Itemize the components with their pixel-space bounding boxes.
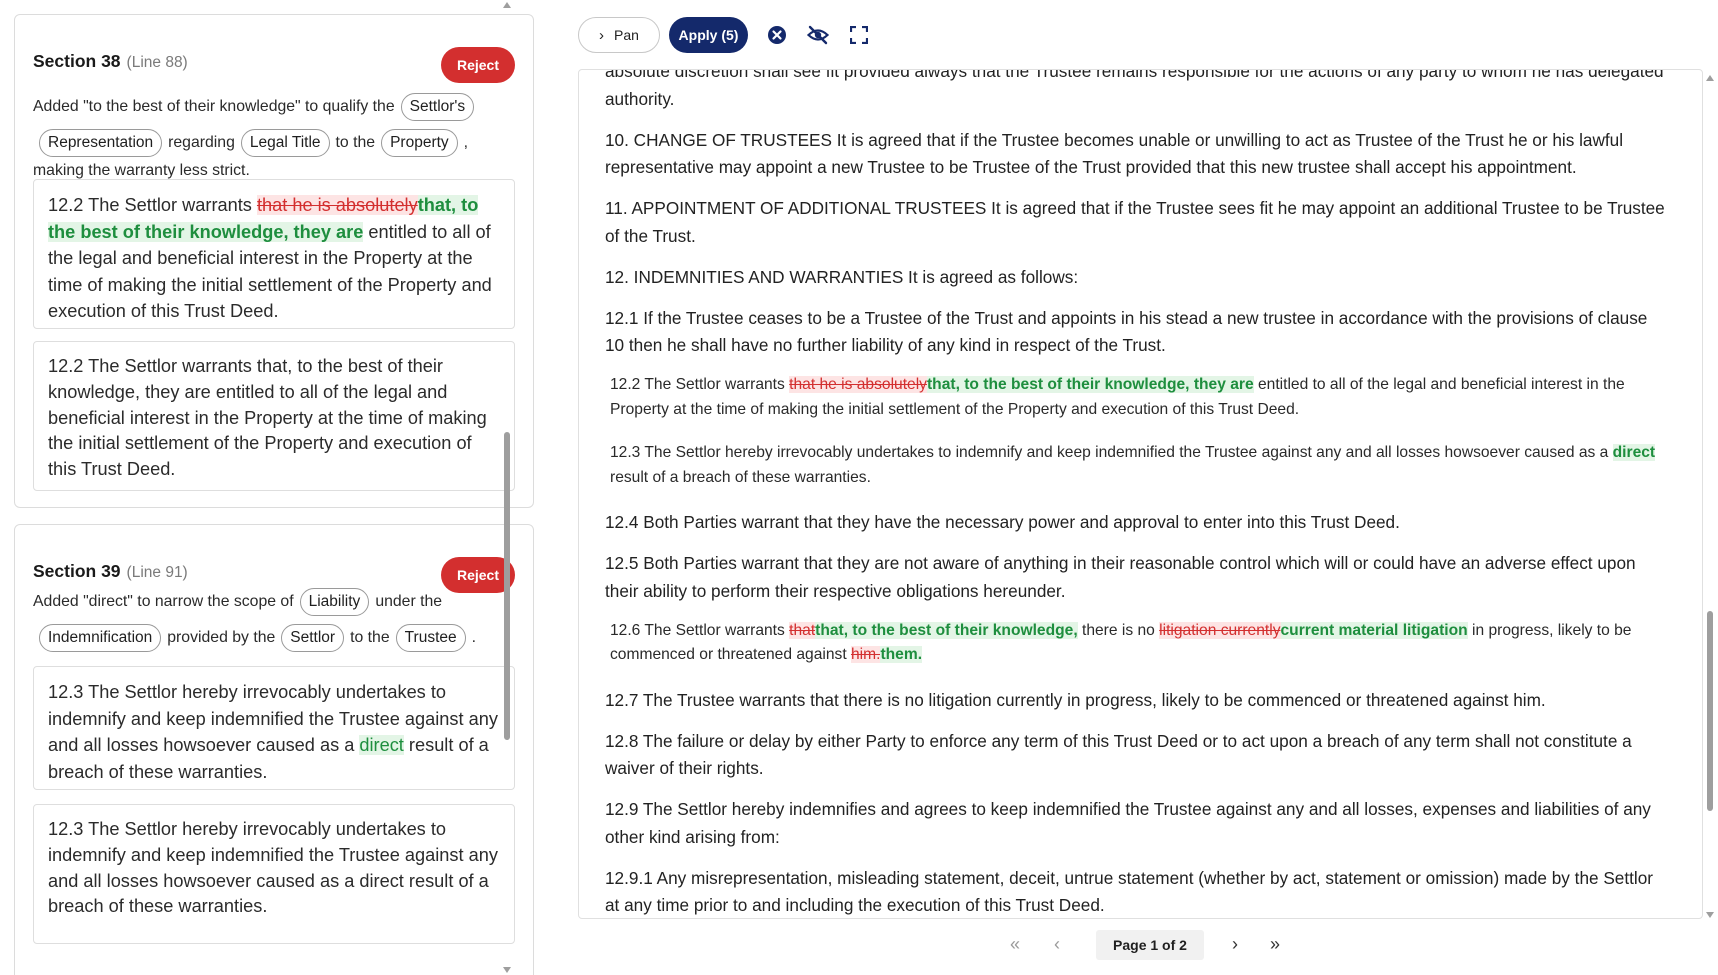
last-page-icon[interactable]: »	[1270, 934, 1280, 955]
pan-button[interactable]: › Pan	[578, 17, 660, 53]
next-page-icon[interactable]: ›	[1232, 934, 1238, 955]
card-header: Section 38 (Line 88) Reject	[33, 35, 515, 85]
deleted-text: him.	[850, 646, 881, 663]
changed-paragraph[interactable]: 12.6 The Settlor warrants thatthat, to t…	[610, 619, 1669, 668]
left-scrollbar[interactable]	[500, 0, 514, 975]
change-summary: Added "direct" to narrow the scope of Lia…	[33, 584, 515, 656]
changed-paragraph[interactable]: 12.2 The Settlor warrants that he is abs…	[610, 373, 1669, 422]
change-card-section-38: Section 38 (Line 88) Reject Added "to the…	[14, 14, 534, 508]
paragraph: absolute discretion shall see fit provid…	[605, 69, 1664, 109]
deleted-text: that he is absolutely	[256, 195, 418, 215]
entity-chip[interactable]: Representation	[39, 129, 163, 157]
inserted-text: current material litigation	[1280, 621, 1468, 639]
section-title: Section 39 (Line 91)	[33, 561, 188, 581]
changed-paragraph[interactable]: 12.3 The Settlor hereby irrevocably unde…	[610, 441, 1669, 490]
paragraph: 12.9 The Settlor hereby indemnifies and …	[605, 799, 1651, 847]
paragraph: 10. CHANGE OF TRUSTEES It is agreed that…	[605, 129, 1624, 178]
paragraph: 12. INDEMNITIES AND WARRANTIES It is agr…	[605, 266, 1079, 287]
paragraph: 12.9.1 Any misrepresentation, misleading…	[605, 867, 1654, 916]
paragraph: 12.4 Both Parties warrant that they have…	[605, 512, 1400, 532]
pagination: « ‹ Page 1 of 2 › »	[1010, 930, 1300, 962]
apply-button[interactable]: Apply (5)	[669, 17, 748, 53]
section-line: (Line 91)	[126, 564, 188, 581]
diff-preview: 12.2 The Settlor warrants that he is abs…	[33, 179, 515, 329]
change-summary: Added "to the best of their knowledge" t…	[33, 89, 515, 185]
scroll-down-icon[interactable]	[503, 967, 511, 973]
entity-chip[interactable]: Indemnification	[39, 624, 162, 652]
scroll-thumb[interactable]	[504, 432, 510, 740]
inserted-text: direct	[1612, 444, 1656, 461]
entity-chip[interactable]: Trustee	[395, 624, 466, 652]
deleted-text: litigation currently	[1159, 621, 1281, 639]
inserted-text: that, to the best of their knowledge,	[815, 621, 1078, 639]
section-line: (Line 88)	[126, 54, 188, 71]
scroll-up-icon[interactable]	[1706, 75, 1714, 81]
paragraph: 12.7 The Trustee warrants that there is …	[605, 689, 1546, 710]
paragraph: 12.8 The failure or delay by either Part…	[605, 730, 1632, 779]
paragraph: 11. APPOINTMENT OF ADDITIONAL TRUSTEES I…	[605, 198, 1665, 246]
scroll-up-icon[interactable]	[503, 2, 511, 8]
section-title: Section 38 (Line 88)	[33, 51, 188, 71]
inserted-text: that, to the best of their knowledge, th…	[926, 376, 1254, 393]
document-content: absolute discretion shall see fit provid…	[605, 69, 1669, 918]
changes-panel: Section 38 (Line 88) Reject Added "to the…	[0, 0, 548, 975]
document-scrollbar[interactable]	[1703, 69, 1717, 919]
first-page-icon[interactable]: «	[1010, 934, 1020, 955]
chevron-right-icon: ›	[599, 26, 605, 44]
paragraph: 12.5 Both Parties warrant that they are …	[605, 553, 1636, 601]
scroll-down-icon[interactable]	[1706, 912, 1714, 918]
change-card-section-39: Section 39 (Line 91) Reject Added "direct…	[14, 524, 534, 975]
eye-off-icon[interactable]	[807, 24, 829, 46]
result-preview: 12.3 The Settlor hereby irrevocably unde…	[33, 804, 515, 944]
paragraph: 12.1 If the Trustee ceases to be a Trust…	[605, 307, 1648, 356]
result-preview: 12.2 The Settlor warrants that, to the b…	[33, 341, 515, 491]
inserted-text: direct	[359, 735, 404, 755]
inserted-text: them.	[880, 646, 923, 663]
entity-chip[interactable]: Settlor	[281, 624, 345, 652]
close-circle-icon[interactable]	[766, 24, 788, 46]
scroll-thumb[interactable]	[1707, 611, 1713, 811]
diff-preview: 12.3 The Settlor hereby irrevocably unde…	[33, 666, 515, 790]
prev-page-icon[interactable]: ‹	[1054, 934, 1060, 955]
deleted-text: that	[789, 621, 816, 639]
entity-chip[interactable]: Property	[381, 129, 458, 157]
document-toolbar: › Pan Apply (5)	[578, 16, 978, 54]
fullscreen-icon[interactable]	[848, 24, 870, 46]
page-indicator: Page 1 of 2	[1096, 930, 1204, 960]
document-viewer[interactable]: absolute discretion shall see fit provid…	[578, 69, 1703, 919]
entity-chip[interactable]: Legal Title	[240, 129, 330, 157]
entity-chip[interactable]: Settlor's	[400, 93, 475, 121]
deleted-text: that he is absolutely	[789, 376, 927, 393]
entity-chip[interactable]: Liability	[299, 588, 370, 616]
